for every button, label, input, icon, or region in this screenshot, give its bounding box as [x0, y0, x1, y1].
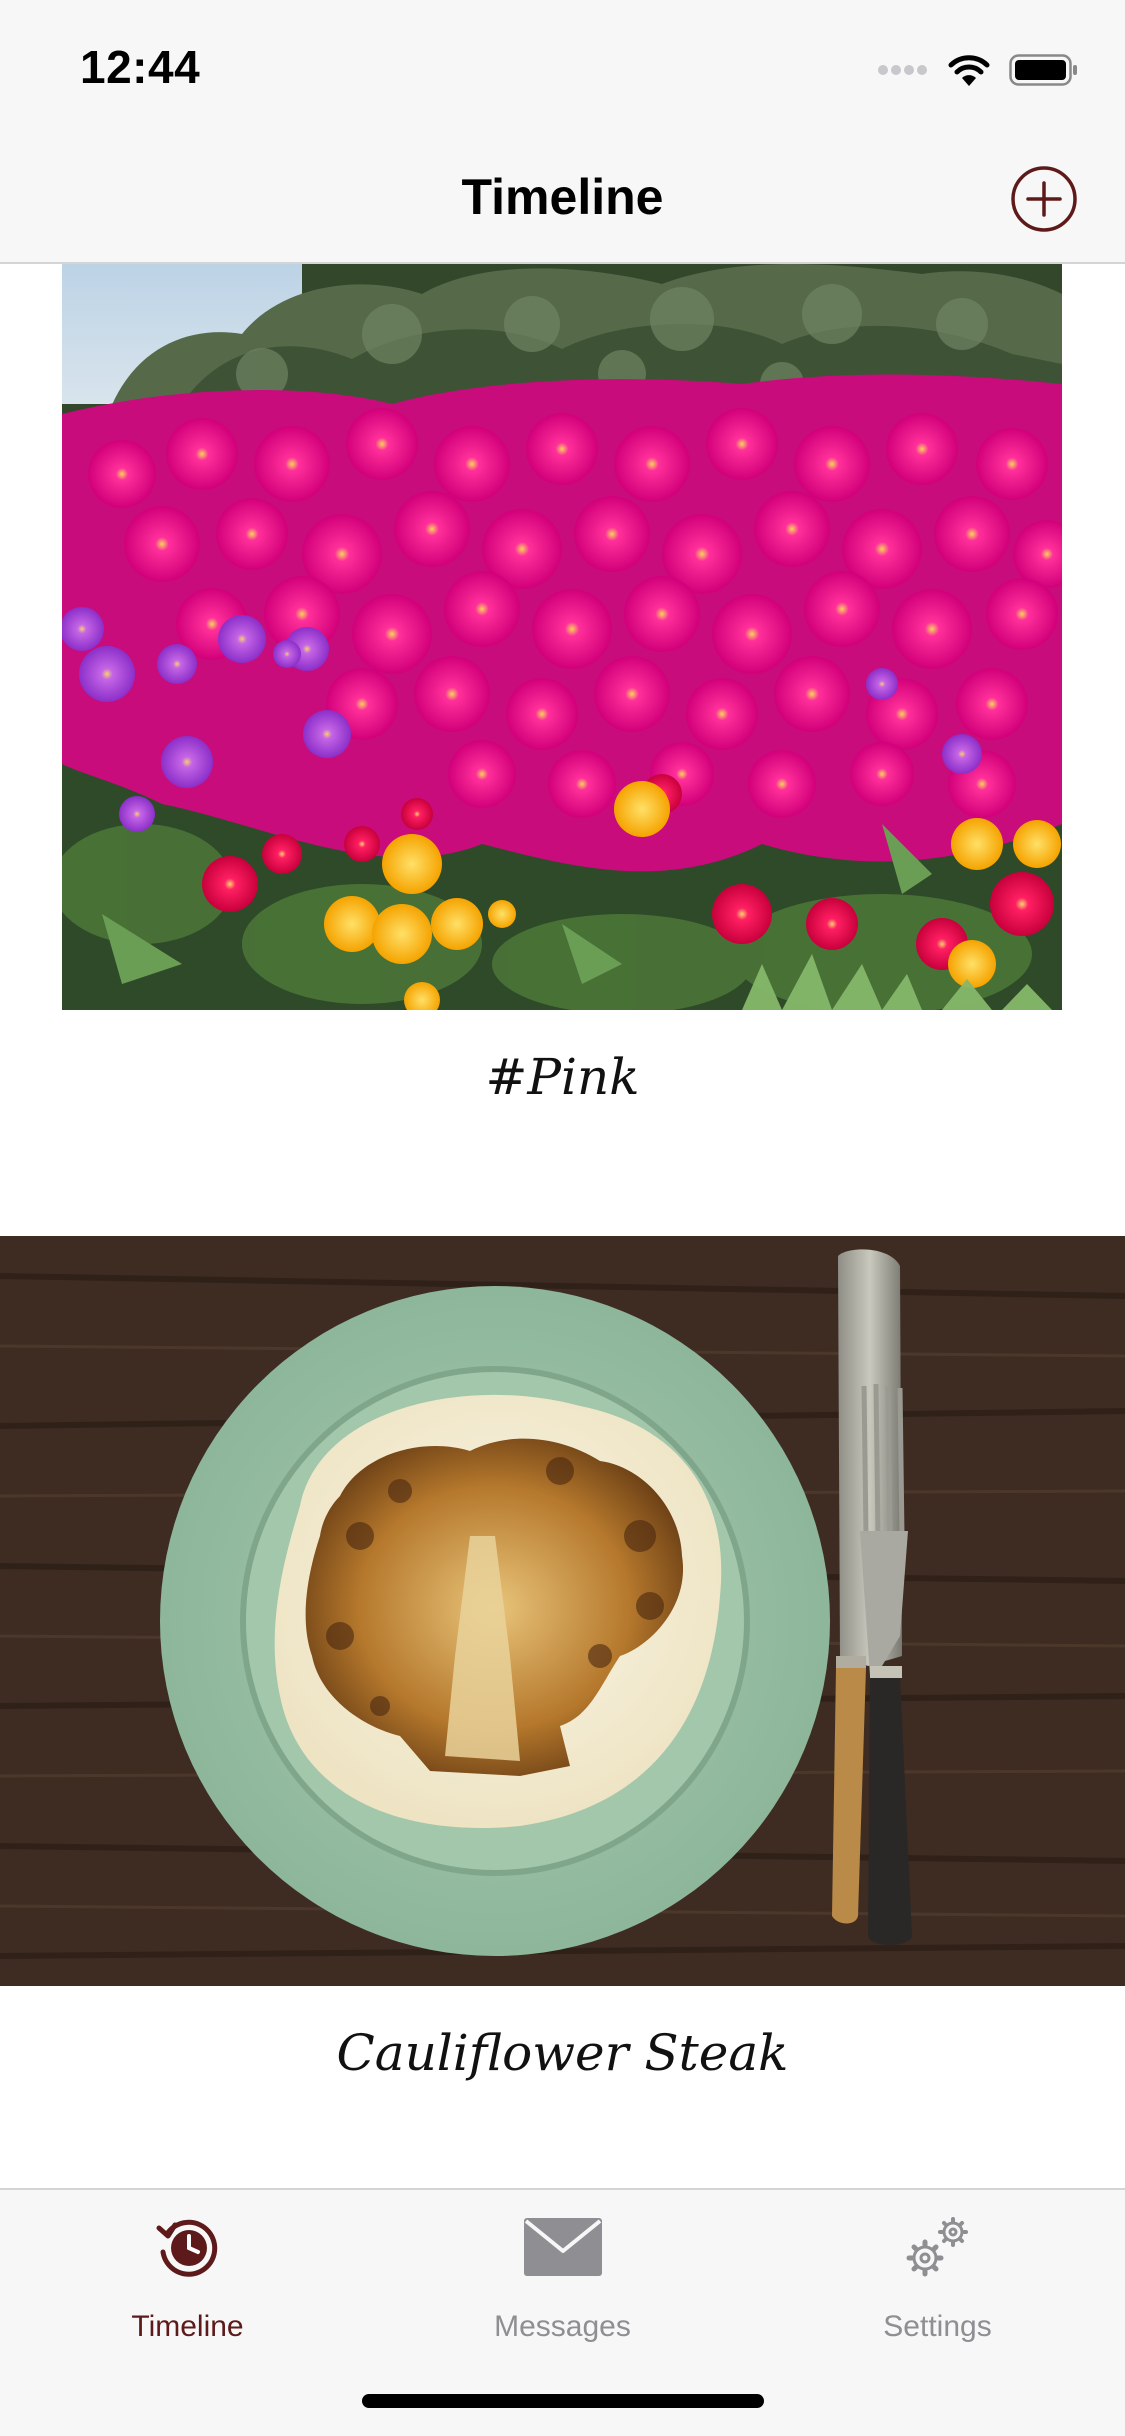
- status-time: 12:44: [80, 41, 201, 93]
- cauliflower-steak-photo[interactable]: [0, 1236, 1125, 1986]
- timeline-feed[interactable]: #Pink Cauliflower Steak: [0, 264, 1125, 2188]
- gears-icon: [906, 2217, 968, 2277]
- tab-messages[interactable]: Messages: [375, 2190, 750, 2360]
- envelope-icon: [523, 2218, 602, 2276]
- tab-settings[interactable]: Settings: [750, 2190, 1125, 2360]
- wifi-icon: [948, 55, 990, 86]
- page-title: Timeline: [461, 169, 664, 225]
- post-caption: #Pink: [485, 1048, 640, 1106]
- timeline-screen: 12:44 Timeline #Pink Cauliflower Steak T…: [0, 0, 1125, 2436]
- cellular-signal-icon: [878, 65, 927, 75]
- tab-label: Messages: [494, 2310, 631, 2343]
- battery-icon: [1009, 54, 1077, 86]
- post-caption: Cauliflower Steak: [336, 2024, 789, 2082]
- status-icons: [877, 50, 1079, 90]
- pink-flowers-photo[interactable]: [62, 264, 1062, 1010]
- add-post-button[interactable]: [1009, 164, 1079, 234]
- status-bar: 12:44: [0, 0, 1125, 132]
- tab-label: Timeline: [131, 2310, 244, 2343]
- plus-circle-icon: [1011, 166, 1077, 232]
- clock-history-icon: [156, 2219, 217, 2277]
- tab-timeline[interactable]: Timeline: [0, 2190, 375, 2360]
- home-indicator[interactable]: [362, 2394, 764, 2408]
- nav-bar: Timeline: [0, 132, 1125, 264]
- tab-label: Settings: [883, 2310, 992, 2343]
